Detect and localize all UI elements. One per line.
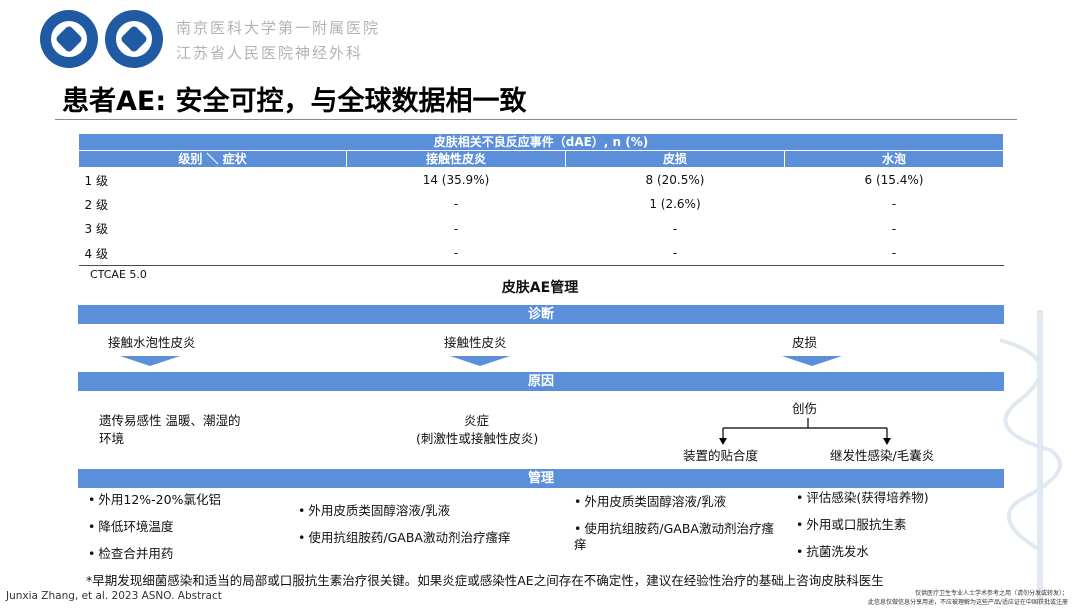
table-cell: - — [891, 197, 897, 212]
management-bar: 管理 — [78, 469, 1004, 488]
cause-item: 装置的贴合度 — [683, 448, 759, 463]
department-name: 江苏省人民医院神经外科 — [176, 44, 364, 62]
disclaimer-line-2: 此信息仅做信息分享用途，不应被理解为这些产品/适应证在中国获批或注册 — [867, 599, 1068, 606]
cause-branch-arrows — [719, 418, 891, 445]
cause-item: 遗传易感性 温暖、潮湿的环境 — [99, 413, 241, 446]
diagnosis-item: 接触水泡性皮炎 — [108, 335, 196, 350]
footnote: *早期发现细菌感染和适当的局部或口服抗生素治疗很关键。如果炎症或感染性AE之间存… — [86, 573, 884, 588]
management-item: 使用抗组胺药/GABA激动剂治疗瘙痒 — [574, 521, 774, 553]
dae-table: 皮肤相关不良反应事件（dAE）, n (%) 级别 ＼ 症状 接触性皮炎 皮损 … — [78, 133, 1004, 266]
cause-bar: 原因 — [78, 372, 1004, 391]
table-cell: - — [565, 241, 785, 266]
management-item: 降低环境温度 — [88, 519, 173, 535]
table-cell: 14 (35.9%) — [422, 173, 490, 187]
cause-item: 创伤 — [792, 401, 818, 416]
hospital-logo-1-icon — [40, 10, 98, 68]
table-cell: - — [346, 241, 566, 266]
table-cell: 4 级 — [78, 241, 347, 266]
table-caption: 皮肤相关不良反应事件（dAE）, n (%) — [78, 133, 1004, 151]
chevron-down-icon — [450, 356, 510, 366]
table-cell: - — [891, 221, 897, 236]
cause-item: 继发性感染/毛囊炎 — [830, 448, 935, 463]
hospital-logo-2-icon — [105, 10, 163, 68]
table-cell: 2 级 — [84, 197, 108, 212]
table-cell: - — [453, 221, 459, 236]
header-skin-lesion: 皮损 — [565, 150, 785, 168]
caduceus-watermark-icon — [999, 310, 1062, 600]
table-cell: - — [453, 197, 459, 212]
table-row: 3 级 - - - — [79, 217, 1004, 242]
table-cell: - — [672, 221, 678, 236]
chevron-down-icon — [120, 356, 180, 366]
management-item: 外用或口服抗生素 — [796, 517, 906, 533]
management-item: 外用皮质类固醇溶液/乳液 — [574, 494, 726, 510]
cause-item: 炎症 — [464, 413, 490, 428]
management-item: 评估感染(获得培养物) — [796, 490, 928, 506]
diagnosis-bar: 诊断 — [78, 305, 1004, 324]
hospital-name: 南京医科大学第一附属医院 — [176, 19, 381, 37]
management-item: 检查合并用药 — [88, 546, 173, 562]
header-grade-symptom: 级别 ＼ 症状 — [78, 150, 347, 168]
management-item: 外用12%-20%氯化铝 — [88, 492, 221, 508]
table-row: 1 级 14 (35.9%) 8 (20.5%) 6 (15.4%) — [79, 168, 1004, 193]
management-title: 皮肤AE管理 — [501, 280, 579, 296]
header-blister: 水泡 — [784, 150, 1004, 168]
table-cell: 8 (20.5%) — [645, 173, 705, 187]
management-item: 抗菌洗发水 — [796, 544, 869, 560]
diagnosis-item: 皮损 — [792, 335, 818, 350]
diagnosis-item: 接触性皮炎 — [444, 335, 507, 350]
chevron-down-icon — [782, 356, 842, 366]
title-divider — [55, 119, 1017, 120]
slide-title: 患者AE: 安全可控，与全球数据相一致 — [62, 86, 527, 117]
disclaimer-line-1: 仅供医疗卫生专业人士学术参考之用（请勿分发或转发）； — [914, 590, 1068, 597]
table-row: 4 级 - - - — [78, 241, 1004, 266]
management-item: 外用皮质类固醇溶液/乳液 — [298, 503, 450, 519]
table-cell: - — [784, 241, 1004, 266]
citation: Junxia Zhang, et al. 2023 ASNO. Abstract — [6, 590, 222, 602]
table-row: 2 级 - 1 (2.6%) - — [79, 192, 1004, 217]
table-cell: 3 级 — [84, 222, 108, 237]
cause-item: (刺激性或接触性皮炎) — [416, 431, 539, 446]
table-cell: 1 级 — [84, 173, 108, 188]
management-item: 使用抗组胺药/GABA激动剂治疗瘙痒 — [298, 530, 510, 546]
header-contact-dermatitis: 接触性皮炎 — [346, 150, 566, 168]
table-cell: 6 (15.4%) — [864, 173, 924, 187]
table-cell: 1 (2.6%) — [649, 197, 701, 212]
